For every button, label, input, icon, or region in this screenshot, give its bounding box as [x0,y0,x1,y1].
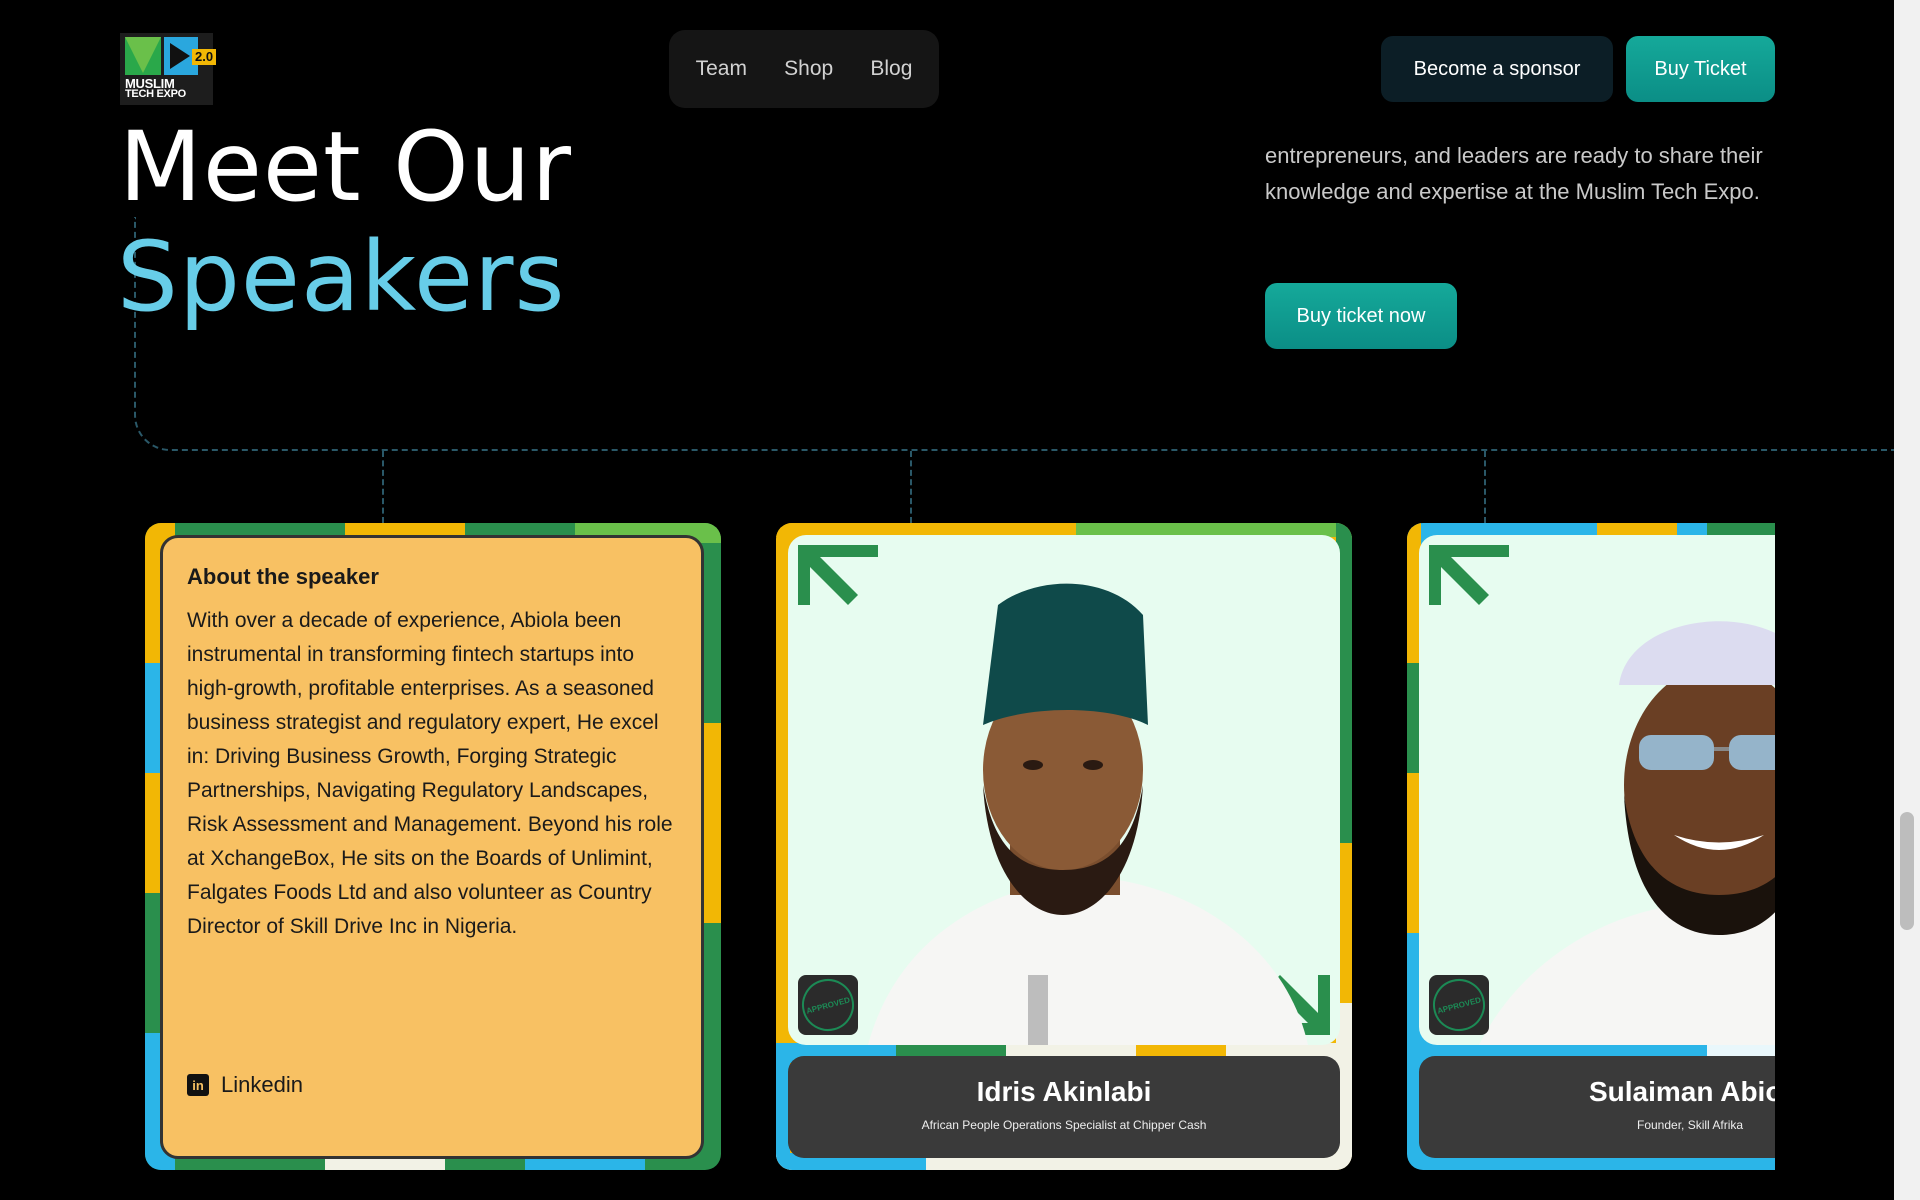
logo-badge: 2.0 [192,49,217,65]
logo-line2: TECH EXPO [125,88,186,100]
logo-arrow-shape [170,43,190,69]
page-title-line2: Speakers [117,221,566,333]
scrollbar-thumb[interactable] [1900,812,1914,930]
logo-triangle [125,37,161,73]
linkedin-link[interactable]: in Linkedin [187,1072,303,1098]
speaker-photo [788,535,1340,1045]
speaker-name: Sulaiman Abio [1589,1076,1775,1107]
speaker-card-clip: APPROVED Sulaiman Abio Founder, Skill Af… [1407,523,1775,1170]
about-text: With over a decade of experience, Abiola… [187,609,673,938]
stamp-text: APPROVED [1427,973,1491,1037]
nav-team-link[interactable]: Team [696,57,747,81]
logo[interactable]: 2.0 MUSLIM TECH EXPO [120,33,217,105]
approved-stamp-icon: APPROVED [1427,973,1491,1037]
stamp-text: APPROVED [796,973,860,1037]
linkedin-icon: in [187,1074,209,1096]
speaker-card-about[interactable]: About the speaker With over a decade of … [145,523,721,1170]
speaker-name: Idris Akinlabi [976,1076,1152,1107]
approved-stamp-icon: APPROVED [796,973,860,1037]
page-title-line1: Meet Our [119,111,572,223]
dashed-connector-1 [382,451,384,523]
main-nav: Team Shop Blog [669,30,939,108]
speaker-card-sulaiman[interactable]: APPROVED Sulaiman Abio Founder, Skill Af… [1407,523,1775,1170]
speaker-role: Founder, Skill Afrika [1637,1118,1744,1132]
dashed-connector-3 [1484,451,1486,523]
nav-shop-link[interactable]: Shop [784,57,833,81]
buy-ticket-button[interactable]: Buy Ticket [1626,36,1775,102]
dashed-connector-2 [910,451,912,523]
speaker-nameplate: Idris Akinlabi African People Operations… [788,1056,1340,1158]
become-sponsor-button[interactable]: Become a sponsor [1381,36,1613,102]
intro-text: entrepreneurs, and leaders are ready to … [1265,143,1763,204]
speaker-nameplate: Sulaiman Abio Founder, Skill Afrika [1419,1056,1775,1158]
buy-ticket-now-button[interactable]: Buy ticket now [1265,283,1457,349]
speaker-role: African People Operations Specialist at … [921,1118,1207,1132]
about-panel: About the speaker With over a decade of … [160,535,704,1159]
about-heading: About the speaker [187,564,379,589]
speaker-photo [1419,535,1775,1045]
logo-text: MUSLIM TECH EXPO [125,77,186,100]
nav-blog-link[interactable]: Blog [870,57,912,81]
linkedin-label: Linkedin [221,1072,303,1097]
speaker-portrait [1429,545,1775,1045]
speaker-card-idris[interactable]: APPROVED Idris Akinlabi African People O… [776,523,1352,1170]
page-scrollbar[interactable] [1894,0,1920,1200]
speaker-portrait [798,545,1330,1045]
